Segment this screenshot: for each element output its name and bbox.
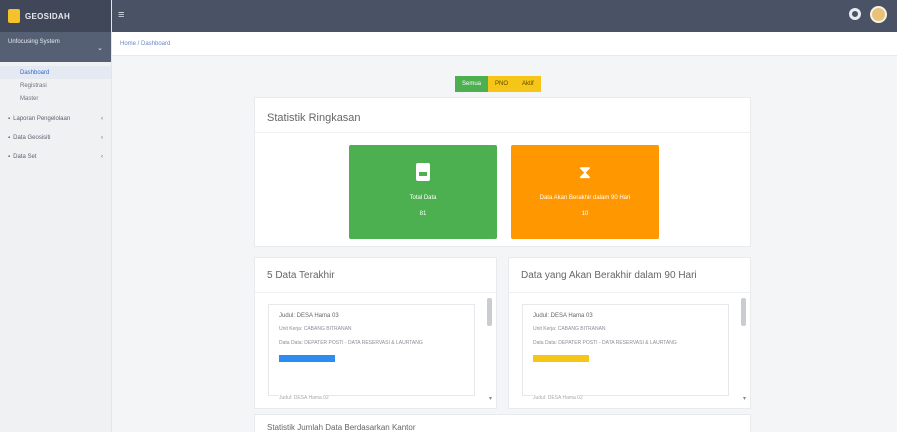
filter-buttons: Semua PNO Aktif [455,76,541,92]
sidebar-item-laporan[interactable]: ▪ Laporan Pengelolaan ‹ [0,109,111,128]
sidebar-subitem-registrasi[interactable]: Registrasi [0,79,111,92]
status-badge [533,355,589,362]
topbar: ≡ [112,0,897,32]
sidebar-group[interactable]: Unfocusing System ⌄ [0,32,111,62]
item-title: Judul: DESA Hama 03 [533,313,593,319]
gear-icon[interactable] [849,8,861,20]
breadcrumb-text[interactable]: Home / Dashboard [120,41,170,47]
brand-name: GEOSIDAH [25,11,71,21]
filter-pno-button[interactable]: PNO [488,76,516,92]
filter-aktif-button[interactable]: Aktif [515,76,541,92]
breadcrumb[interactable]: Home / Dashboard [112,32,897,56]
office-stats-card: Statistik Jumlah Data Berdasarkan Kantor [254,414,751,432]
stat-value: 10 [581,211,589,217]
avatar[interactable] [870,6,887,23]
scroll-down-icon[interactable]: ▾ [743,395,746,402]
item-unit: Unit Kerja: CABANG BITRANAN [533,326,606,332]
chevron-down-icon: ⌄ [97,45,103,52]
chevron-left-icon: ‹ [101,153,103,160]
hourglass-icon: ⧗ [578,162,592,182]
status-badge [279,355,335,362]
next-item-title: Judul: DESA Hama 02 [279,395,329,401]
file-icon [416,163,430,181]
stat-label: Total Data [409,195,437,201]
hamburger-icon[interactable]: ≡ [118,9,124,21]
divider [255,132,750,133]
folder-icon: ▪ [8,153,11,160]
sidebar-item-label: Data Geosisiti [13,134,51,141]
item-unit: Unit Kerja: CABANG BITRANAN [279,326,352,332]
list-item[interactable]: Judul: DESA Hama 03 Unit Kerja: CABANG B… [522,304,729,401]
chevron-left-icon: ‹ [101,134,103,141]
stat-total-data[interactable]: Total Data 81 [349,145,497,239]
stat-label: Data Akan Berakhir dalam 90 Hari [539,195,631,201]
sidebar-item-label: Laporan Pengelolaan [13,115,71,122]
scrollbar[interactable] [487,298,492,326]
item-title: Judul: DESA Hama 03 [279,313,339,319]
summary-card: Statistik Ringkasan Total Data 81 ⧗ Data… [254,97,751,247]
office-stats-title: Statistik Jumlah Data Berdasarkan Kantor [267,423,416,432]
scrollbar[interactable] [741,298,746,326]
sidebar-subitem-label: Master [20,95,39,102]
sidebar: GEOSIDAH Unfocusing System ⌄ Dashboard R… [0,0,112,432]
document-icon: ▪ [8,115,11,122]
chevron-left-icon: ‹ [101,115,103,122]
scroll-down-icon[interactable]: ▾ [489,395,492,402]
item-detail: Data Data: DEPATER POSTI - DATA RESERVAS… [279,340,423,346]
list-item[interactable]: Judul: DESA Hama 03 Unit Kerja: CABANG B… [268,304,475,401]
item-detail: Data Data: DEPATER POSTI - DATA RESERVAS… [533,340,677,346]
summary-title: Statistik Ringkasan [267,112,361,124]
sidebar-group-label: Unfocusing System [8,39,60,45]
divider [509,292,750,293]
brand[interactable]: GEOSIDAH [0,0,111,32]
expiring-title: Data yang Akan Berakhir dalam 90 Hari [521,270,697,281]
sidebar-subitem-label: Registrasi [20,82,47,89]
next-item-title: Judul: DESA Hama 02 [533,395,583,401]
sidebar-item-dataset[interactable]: ▪ Data Set ‹ [0,147,111,166]
sidebar-item-geosisiti[interactable]: ▪ Data Geosisiti ‹ [0,128,111,147]
expiring-data-card: Data yang Akan Berakhir dalam 90 Hari Ju… [508,257,751,409]
sidebar-subitem-label: Dashboard [20,69,50,76]
filter-semua-button[interactable]: Semua [455,76,489,92]
sidebar-item-label: Data Set [13,153,37,160]
database-icon: ▪ [8,134,11,141]
latest-title: 5 Data Terakhir [267,270,335,281]
brand-logo [8,9,20,23]
sidebar-subitem-dashboard[interactable]: Dashboard [0,66,111,79]
stat-expiring[interactable]: ⧗ Data Akan Berakhir dalam 90 Hari 10 [511,145,659,239]
latest-data-card: 5 Data Terakhir Judul: DESA Hama 03 Unit… [254,257,497,409]
divider [255,292,496,293]
stat-value: 81 [419,211,427,217]
sidebar-subitem-master[interactable]: Master [0,92,111,105]
